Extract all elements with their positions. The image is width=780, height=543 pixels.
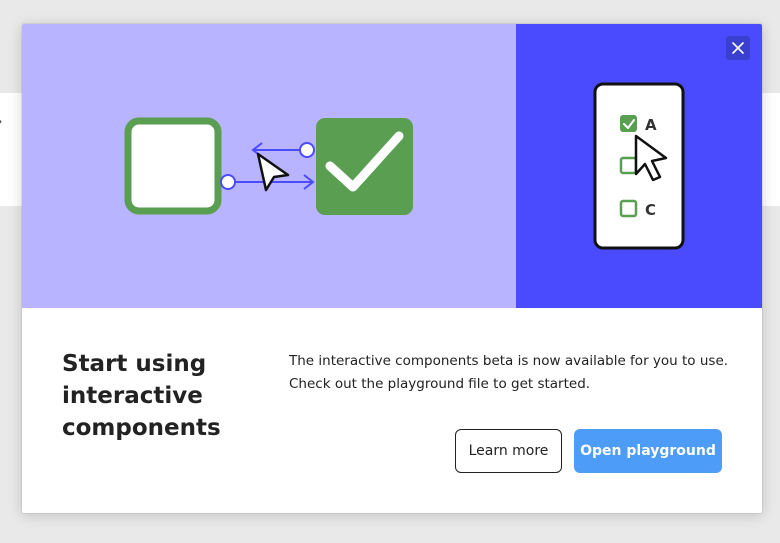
checklist-option-a: A [645, 116, 657, 134]
checklist-option-c: C [645, 201, 656, 219]
dialog-title: Start using interactive components [62, 351, 221, 441]
open-playground-button[interactable]: Open playground [574, 429, 722, 473]
feature-announcement-dialog: A C Start using interactive components T… [22, 24, 762, 513]
learn-more-button[interactable]: Learn more [455, 429, 562, 473]
checklist-card-icon: A C [593, 82, 685, 250]
checked-component-icon [316, 118, 413, 215]
background-arrow-icon: › [0, 114, 2, 128]
hero-illustration: A C [22, 24, 762, 308]
close-icon [732, 42, 744, 54]
close-button[interactable] [726, 36, 750, 60]
dialog-description: The interactive components beta is now a… [289, 353, 729, 392]
empty-component-icon [124, 117, 222, 215]
